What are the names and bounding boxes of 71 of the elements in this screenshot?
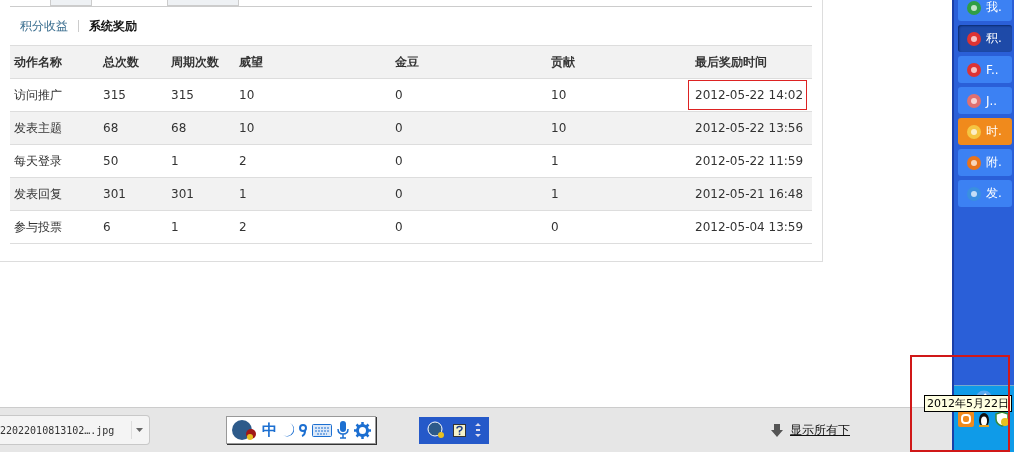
app-icon: [966, 30, 982, 47]
sub-tab[interactable]: 系统奖励: [89, 17, 137, 35]
settings-icon[interactable]: [354, 421, 371, 439]
table-cell-text: 2012-05-22 13:56: [694, 120, 805, 137]
table-cell: 1: [171, 220, 179, 234]
table-cell: 发表主题: [14, 121, 62, 135]
table-cell: 0: [395, 154, 403, 168]
table-cell: 6: [103, 220, 111, 234]
table-cell: 50: [103, 154, 119, 168]
penguin-icon[interactable]: [976, 411, 992, 427]
table-cell: 68: [171, 121, 187, 135]
app-icon: [966, 92, 982, 109]
app-icon: [966, 154, 982, 171]
table-cell: 0: [395, 88, 403, 102]
column-header: 威望: [239, 54, 263, 69]
taskbar-button[interactable]: 积.: [958, 25, 1012, 52]
table-cell: 0: [551, 220, 559, 234]
column-header: 金豆: [395, 54, 419, 69]
table-cell: 1: [239, 187, 247, 201]
table-cell-text: 2012-05-04 13:59: [694, 219, 805, 236]
table-cell: 2: [239, 220, 247, 234]
table-cell: 10: [551, 88, 567, 102]
caret-icon[interactable]: [131, 421, 143, 439]
column-header: 动作名称: [14, 54, 62, 69]
table-cell: 301: [171, 187, 194, 201]
taskbar-button[interactable]: 发.: [958, 180, 1012, 207]
help-icon[interactable]: [453, 423, 467, 437]
table-cell: 1: [551, 187, 559, 201]
table-cell: 301: [103, 187, 126, 201]
date-tooltip: 2012年5月22日: [924, 395, 1012, 412]
table-cell: 0: [395, 220, 403, 234]
column-header: 贡献: [551, 54, 575, 69]
table-cell: 2: [239, 154, 247, 168]
table-cell: 1: [171, 154, 179, 168]
sub-tab[interactable]: 积分收益: [20, 17, 68, 35]
column-header: 总次数: [103, 54, 139, 69]
table-cell: 315: [171, 88, 194, 102]
table-cell: 每天登录: [14, 154, 62, 168]
table-cell: 315: [103, 88, 126, 102]
app-icon: [966, 0, 982, 16]
microphone-icon[interactable]: [337, 421, 349, 439]
table-cell-text: 2012-05-21 16:48: [694, 186, 805, 203]
table-cell: 68: [103, 121, 119, 135]
show-all-downloads-link[interactable]: 显示所有下: [790, 421, 850, 439]
taskbar-button[interactable]: 我.: [958, 0, 1012, 21]
table-cell: 2012-05-22 14:02: [688, 80, 808, 110]
table-cell: 参与投票: [14, 220, 62, 234]
table-cell: 10: [239, 88, 255, 102]
taskbar-button[interactable]: F..: [958, 56, 1012, 83]
keyboard-icon[interactable]: [312, 423, 332, 437]
download-icon: [771, 423, 783, 437]
table-cell-text: 2012-05-22 11:59: [694, 153, 805, 170]
taskbar-button[interactable]: 时.: [958, 118, 1012, 145]
column-header: 周期次数: [171, 54, 219, 69]
app-icon: [966, 185, 982, 202]
options-icon[interactable]: [474, 423, 481, 437]
column-header: 最后奖励时间: [695, 54, 767, 69]
table-cell: 1: [551, 154, 559, 168]
app-icon: [966, 61, 982, 78]
taskbar-button[interactable]: 附.: [958, 149, 1012, 176]
table-cell: 访问推广: [14, 88, 62, 102]
table-cell: 发表回复: [14, 187, 62, 201]
table-cell: 10: [239, 121, 255, 135]
taskbar-button[interactable]: J..: [958, 87, 1012, 114]
app-icon: [966, 123, 982, 140]
table-cell: 10: [551, 121, 567, 135]
ime-mode[interactable]: 中: [262, 420, 277, 440]
shield-icon[interactable]: [994, 411, 1010, 427]
table-cell: 0: [395, 121, 403, 135]
table-cell: 0: [395, 187, 403, 201]
download-item[interactable]: 22022010813102….jpg: [0, 415, 150, 445]
